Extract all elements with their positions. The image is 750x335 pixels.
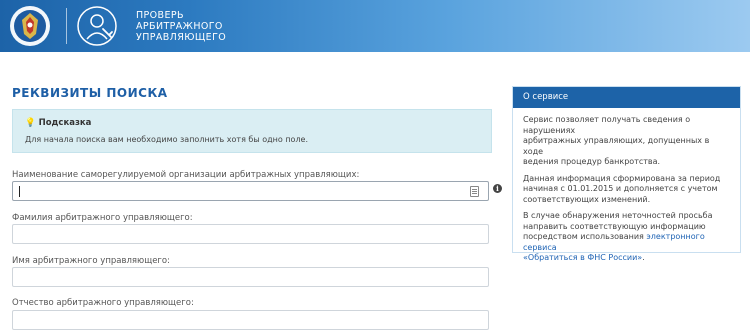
hint-title-text: Подсказка [38, 118, 92, 128]
about-p1-line-2: арбитражных управляющих, допущенных в хо… [523, 136, 710, 156]
last-name-label: Фамилия арбитражного управляющего: [12, 213, 193, 223]
about-p3-end: . [642, 253, 645, 262]
info-icon[interactable]: i [493, 184, 502, 193]
manager-wrench-icon [77, 6, 117, 46]
about-p2-line-2: начиная с 01.01.2015 и дополняется с уче… [523, 184, 718, 193]
patronymic-field[interactable] [12, 310, 489, 330]
about-service-panel: О сервисе Сервис позволяет получать свед… [512, 86, 741, 262]
header-title-line-3: УПРАВЛЯЮЩЕГО [136, 32, 227, 43]
patronymic-label: Отчество арбитражного управляющего: [12, 298, 194, 308]
site-header: ПРОВЕРЬ АРБИТРАЖНОГО УПРАВЛЯЮЩЕГО [0, 0, 750, 52]
about-p1-line-1: Сервис позволяет получать сведения о нар… [523, 115, 691, 135]
first-name-label: Имя арбитражного управляющего: [12, 256, 170, 266]
about-paragraph-1: Сервис позволяет получать сведения о нар… [523, 115, 730, 168]
about-p3-line-1: В случае обнаружения неточностей просьба [523, 211, 713, 220]
contact-fns-link[interactable]: «Обратиться в ФНС России» [523, 253, 642, 262]
about-p2-line-3: соответствующих изменений. [523, 194, 651, 204]
fns-emblem-icon[interactable] [8, 4, 58, 48]
about-p3-line-2: направить соответствующую информацию [523, 221, 706, 231]
about-service-body: Сервис позволяет получать сведения о нар… [513, 108, 740, 264]
header-divider [66, 8, 67, 44]
first-name-field[interactable] [12, 267, 489, 287]
sro-name-label: Наименование саморегулируемой организаци… [12, 170, 360, 180]
about-p3-line-3: посредством использования [523, 232, 647, 241]
about-p2-line-1: Данная информация сформирована за период [523, 173, 721, 183]
list-icon[interactable] [470, 186, 479, 197]
text-caret [19, 186, 20, 197]
about-service-title: О сервисе [513, 87, 740, 108]
hint-box: 💡 Подсказка Для начала поиска вам необход… [12, 109, 492, 153]
hint-text: Для начала поиска вам необходимо заполни… [25, 135, 309, 144]
header-title-line-1: ПРОВЕРЬ [136, 10, 184, 21]
sro-name-field[interactable] [12, 181, 489, 201]
hint-title: 💡 Подсказка [25, 118, 91, 128]
header-title-line-2: АРБИТРАЖНОГО [136, 21, 223, 32]
about-paragraph-2: Данная информация сформирована за период… [523, 174, 730, 206]
last-name-field[interactable] [12, 224, 489, 244]
lightbulb-icon: 💡 [25, 118, 36, 128]
header-title[interactable]: ПРОВЕРЬ АРБИТРАЖНОГО УПРАВЛЯЮЩЕГО [136, 10, 226, 43]
about-p1-line-3: ведения процедур банкротства. [523, 157, 661, 166]
page-title: РЕКВИЗИТЫ ПОИСКА [12, 86, 168, 100]
about-paragraph-3: В случае обнаружения неточностей просьба… [523, 211, 730, 264]
